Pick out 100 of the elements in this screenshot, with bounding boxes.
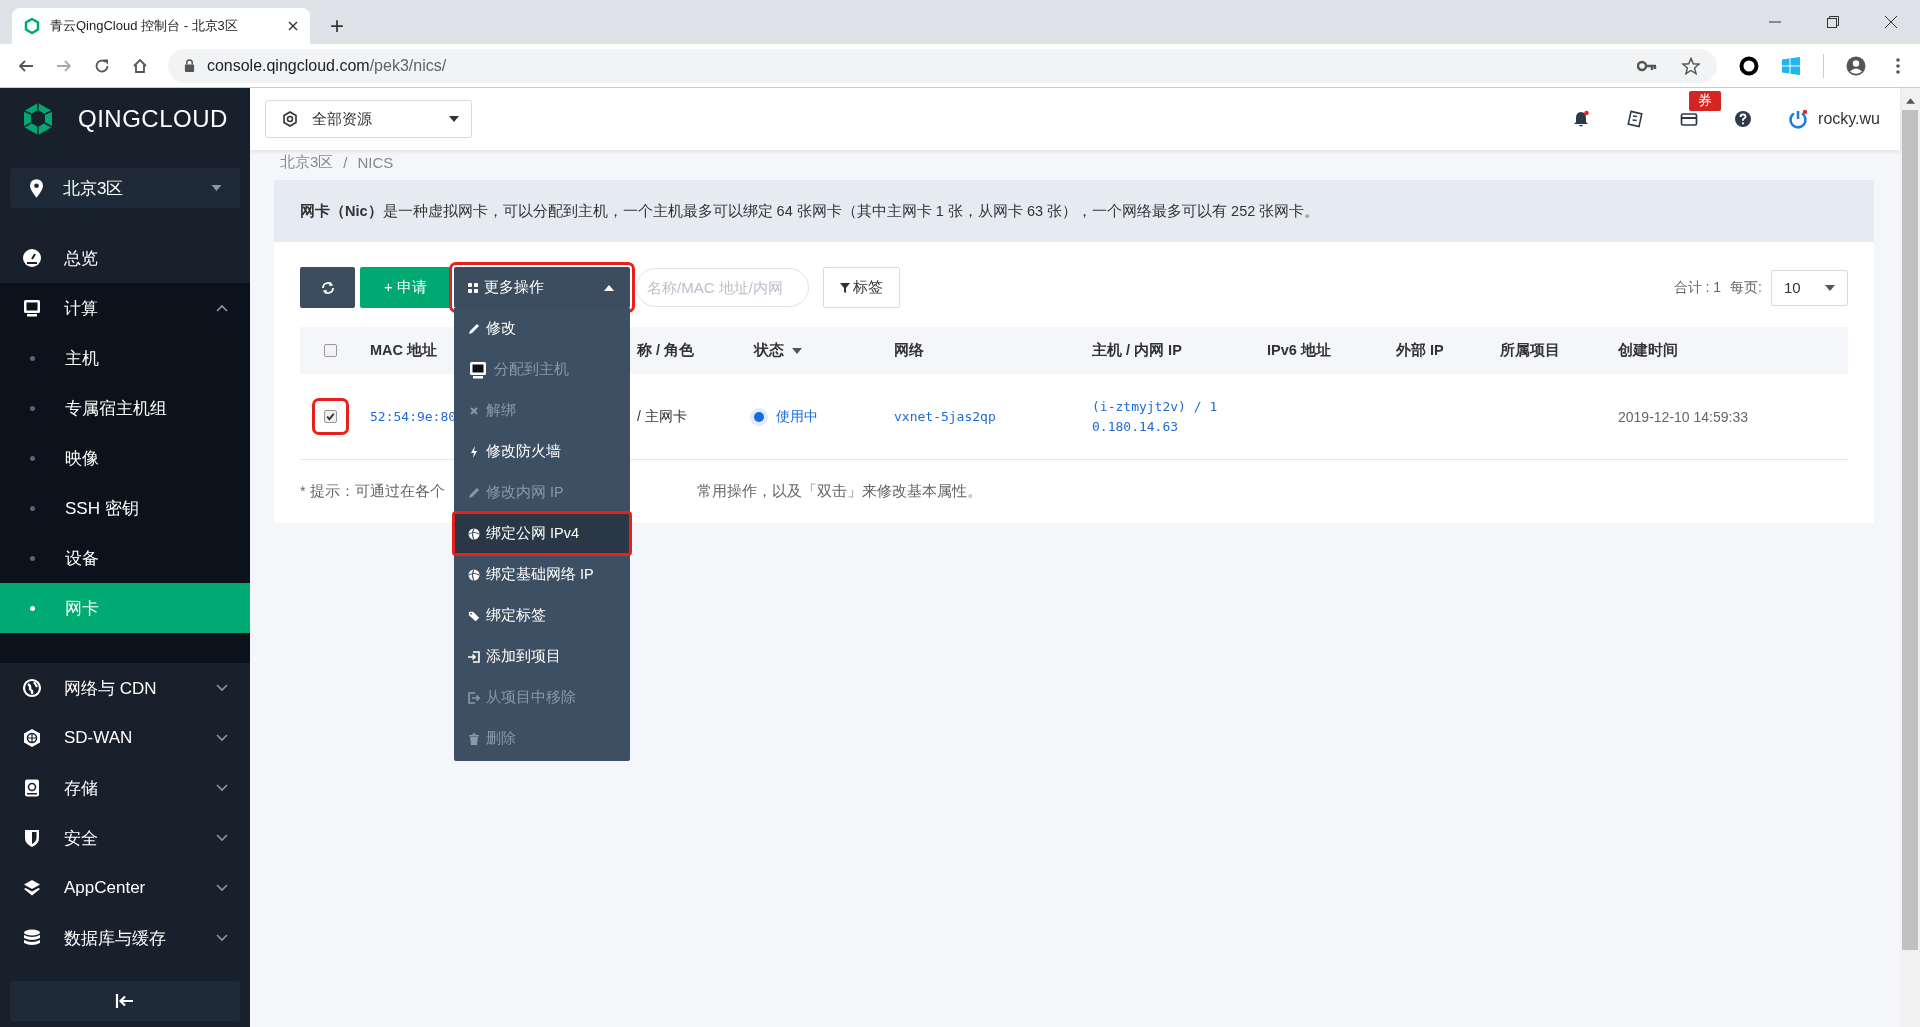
- table-cell: 2019-12-10 14:59:33: [1618, 408, 1748, 425]
- search-field[interactable]: 名称/MAC 地址/内网: [636, 268, 809, 307]
- column-header: 网络: [894, 341, 924, 360]
- info-text: 网卡（Nic）是一种虚拟网卡，可以分配到主机，一个主机最多可以绑定 64 张网卡（其中主网卡 1 张，从网卡 63 张），一个网络最多可以有 252 张网卡。: [300, 201, 1320, 221]
- url-text: console.qingcloud.com/pek3/nics/: [206, 56, 447, 75]
- column-header[interactable]: 状态: [754, 341, 784, 360]
- help-icon[interactable]: [1734, 110, 1753, 128]
- total-count: 合计 : 1: [1673, 278, 1722, 297]
- menu-item-icon: [468, 732, 480, 745]
- column-header: 外部 IP: [1396, 341, 1444, 360]
- lock-icon: [183, 59, 195, 72]
- sidebar-icon: [22, 248, 42, 268]
- menu-item-icon: [468, 404, 480, 417]
- table-cell: / 主网卡: [637, 407, 687, 426]
- menu-item-icon: [468, 568, 480, 581]
- menu-item-icon: [468, 609, 480, 622]
- sidebar-item[interactable]: SD-WAN: [0, 713, 250, 763]
- menu-item[interactable]: 绑定标签: [454, 595, 630, 636]
- column-header: IPv6 地址: [1267, 341, 1331, 360]
- scrollbar-thumb[interactable]: [1902, 110, 1918, 950]
- reload-icon[interactable]: [93, 57, 110, 74]
- home-icon[interactable]: [131, 57, 148, 74]
- menu-item[interactable]: 添加到项目: [454, 636, 630, 677]
- menu-item-icon: [468, 691, 480, 704]
- tab-title: 青云QingCloud 控制台 - 北京3区: [50, 17, 239, 35]
- sidebar-icon: [22, 878, 42, 898]
- scroll-up-icon[interactable]: [1905, 98, 1915, 104]
- resource-selector[interactable]: 全部资源: [265, 100, 472, 138]
- menu-item[interactable]: 绑定公网 IPv4: [454, 513, 630, 554]
- filter-icon: [840, 282, 850, 293]
- coupon-badge: 券: [1689, 91, 1722, 111]
- row-checkbox[interactable]: [323, 410, 337, 423]
- mac-link[interactable]: 52:54:9e:80: [370, 409, 457, 424]
- select-all-checkbox[interactable]: [323, 344, 337, 357]
- caret-icon: [449, 116, 459, 122]
- hexagon-icon: [282, 111, 298, 127]
- column-header: 所属项目: [1500, 341, 1560, 360]
- column-header: 称 / 角色: [637, 341, 695, 360]
- location-pin-icon: [30, 178, 43, 198]
- refresh-icon: [320, 280, 335, 295]
- sidebar-icon: [22, 298, 42, 318]
- menu-item-icon: [468, 650, 480, 663]
- sidebar-subitem[interactable]: SSH 密钥: [0, 483, 250, 533]
- sidebar-subitem[interactable]: 设备: [0, 533, 250, 583]
- menu-item-icon: [468, 445, 480, 458]
- per-page-select[interactable]: 10: [1771, 269, 1848, 306]
- menu-item[interactable]: 修改: [454, 308, 630, 349]
- tag-filter-button[interactable]: 标签: [823, 267, 900, 308]
- sidebar-item[interactable]: 计算: [0, 283, 250, 333]
- menu-item-icon: [468, 527, 480, 540]
- column-header: 主机 / 内网 IP: [1092, 341, 1182, 360]
- sidebar-item[interactable]: AppCenter: [0, 863, 250, 913]
- region-selector[interactable]: 北京3区: [10, 168, 240, 208]
- power-icon: [1788, 109, 1809, 129]
- caret-icon: [1825, 284, 1835, 291]
- sidebar-item[interactable]: 数据库与缓存: [0, 913, 250, 963]
- user-menu[interactable]: rocky.wu: [1788, 109, 1880, 129]
- sidebar-icon: [22, 928, 42, 948]
- host-ip-link[interactable]: (i-ztmyjt2v) / 10.180.14.63: [1092, 396, 1226, 437]
- menu-item-icon: [468, 486, 480, 499]
- address-bar[interactable]: console.qingcloud.com/pek3/nics/: [167, 48, 1718, 83]
- sidebar-item[interactable]: 网络与 CDN: [0, 663, 250, 713]
- ring-icon[interactable]: [1739, 55, 1760, 76]
- logo-text: QINGCLOUD: [78, 105, 228, 133]
- hint-text: * 提示：可通过在各个: [300, 482, 445, 501]
- menu-item-icon: [468, 359, 488, 380]
- cloud-logo-icon: [24, 18, 40, 34]
- status-text: 使用中: [776, 407, 818, 426]
- menu-item-icon: [468, 322, 480, 335]
- sidebar-item[interactable]: 存储: [0, 763, 250, 813]
- sidebar-icon: [22, 778, 42, 798]
- star-icon[interactable]: [1681, 56, 1702, 75]
- caret-icon: [211, 185, 222, 191]
- sidebar-icon: [22, 728, 42, 748]
- network-link[interactable]: vxnet-5jas2qp: [894, 409, 996, 424]
- sidebar-item[interactable]: 安全: [0, 813, 250, 863]
- new-tab-button[interactable]: +: [324, 12, 350, 40]
- sidebar-subitem[interactable]: 专属宿主机组: [0, 383, 250, 433]
- menu-item[interactable]: 修改防火墙: [454, 431, 630, 472]
- breadcrumb-separator: /: [343, 153, 348, 171]
- sidebar-item[interactable]: 总览: [0, 233, 250, 283]
- card-icon[interactable]: [1680, 110, 1699, 128]
- bell-icon[interactable]: [1572, 110, 1591, 128]
- close-icon[interactable]: [288, 21, 298, 31]
- sort-caret-icon[interactable]: [792, 347, 802, 354]
- menu-item[interactable]: 绑定基础网络 IP: [454, 554, 630, 595]
- column-header: MAC 地址: [370, 341, 438, 360]
- collapse-icon: [115, 993, 135, 1009]
- profile-icon[interactable]: [1846, 55, 1867, 76]
- refresh-button[interactable]: [300, 267, 355, 308]
- sidebar-icon: [22, 828, 42, 848]
- sidebar-subitem[interactable]: 主机: [0, 333, 250, 383]
- per-page-label: 每页:: [1730, 278, 1762, 297]
- browser-tab[interactable]: 青云QingCloud 控制台 - 北京3区: [12, 8, 310, 44]
- hint-text: 常用操作，以及「双击」来修改基本属性。: [696, 482, 982, 501]
- ticket-icon[interactable]: [1626, 110, 1645, 128]
- sidebar-icon: [22, 678, 42, 698]
- grid-icon: [468, 282, 478, 293]
- column-header: 创建时间: [1618, 341, 1678, 360]
- sidebar-subitem[interactable]: 映像: [0, 433, 250, 483]
